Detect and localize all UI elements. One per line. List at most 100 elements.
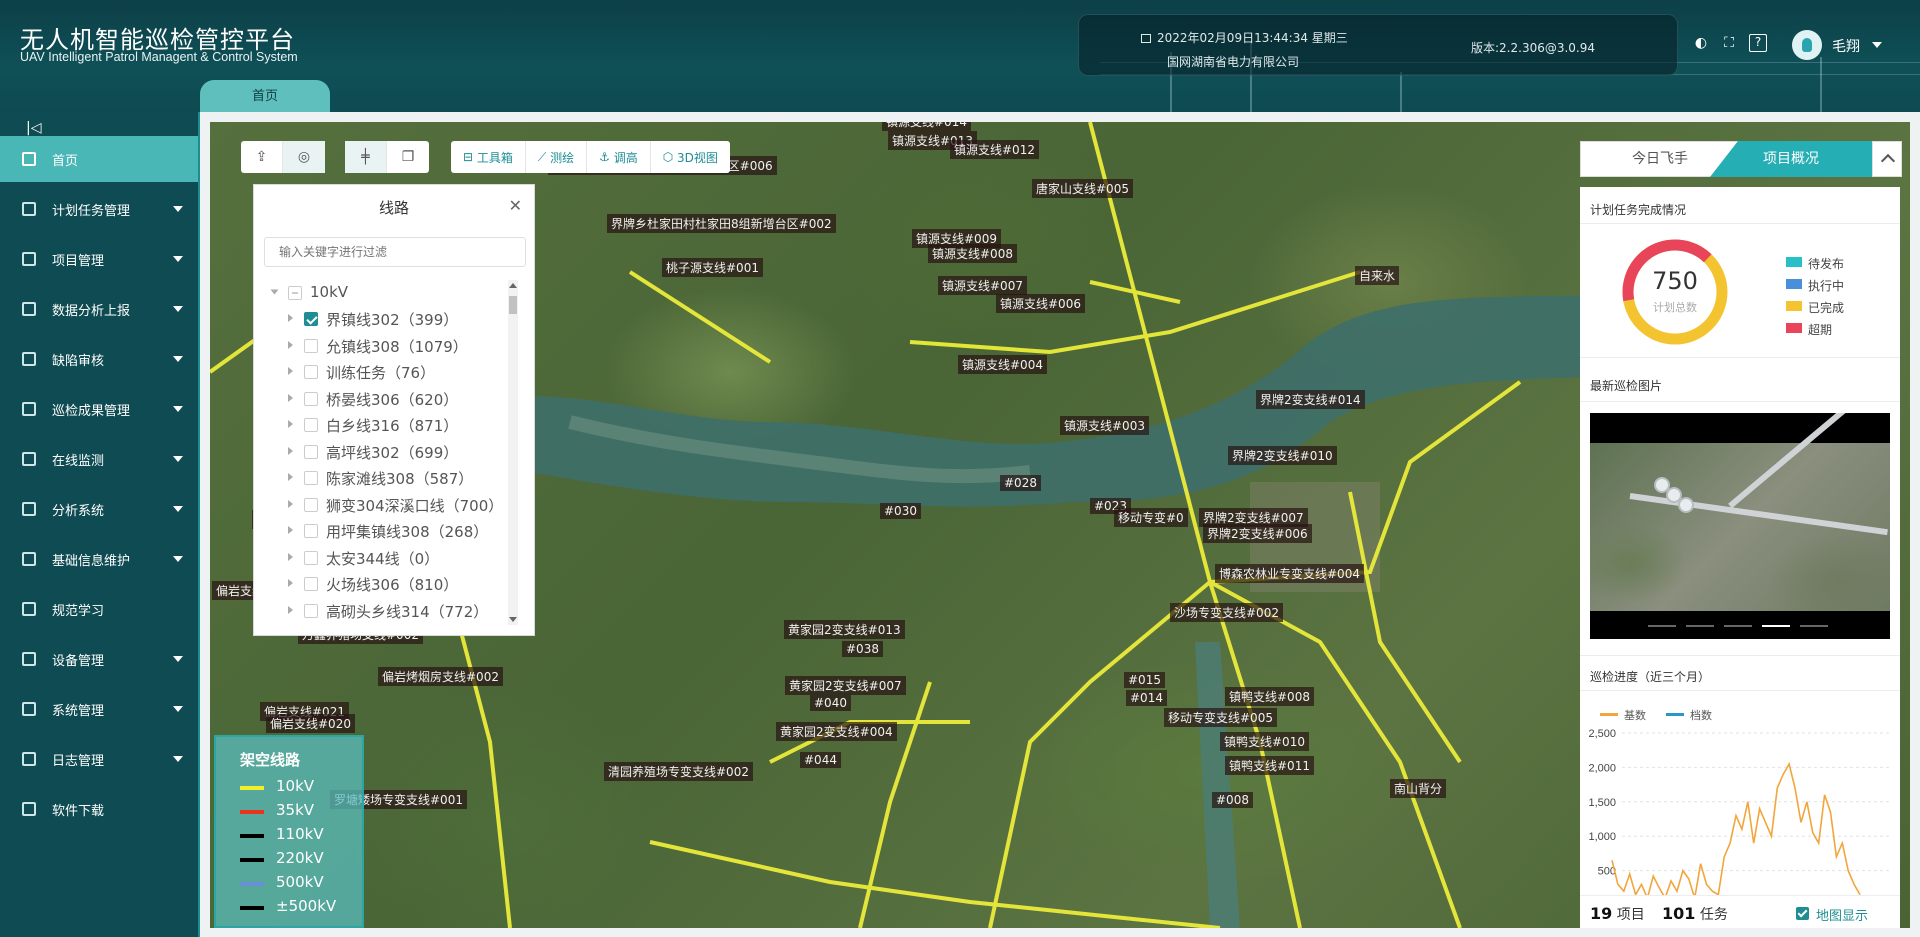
tree-item-checkbox[interactable] (304, 365, 318, 379)
scroll-down-icon[interactable] (509, 617, 517, 622)
globe-icon[interactable]: ◎ (283, 141, 325, 173)
map-line-label[interactable]: #038 (842, 641, 883, 657)
expand-arrow-icon[interactable] (288, 552, 293, 561)
tree-item-checkbox[interactable] (304, 550, 318, 565)
map-line-label[interactable]: 沙场专变支线#002 (1170, 603, 1283, 622)
legend-series-spans[interactable]: 档数 (1666, 707, 1712, 723)
map-line-label[interactable]: 偏岩支线#020 (266, 714, 355, 733)
help-icon[interactable]: ? (1749, 34, 1767, 52)
chevron-down-icon[interactable] (173, 306, 183, 312)
tree-item-checkbox[interactable] (304, 471, 318, 485)
chevron-down-icon[interactable] (173, 206, 183, 212)
tree-item-checkbox[interactable] (304, 524, 318, 538)
chevron-down-icon[interactable] (173, 456, 183, 462)
map-line-label[interactable]: #030 (880, 503, 921, 519)
map-line-label[interactable]: #014 (1126, 690, 1167, 706)
theme-icon[interactable]: ◐ (1692, 34, 1710, 52)
legend-series-base[interactable]: 基数 (1600, 707, 1646, 723)
map-line-label[interactable]: 唐家山支线#005 (1032, 179, 1133, 198)
map-line-label[interactable]: #040 (810, 695, 851, 711)
sidebar-item-3[interactable]: 数据分析上报 (0, 286, 198, 332)
measure-button[interactable]: ⟋ 测绘 (526, 141, 588, 173)
expand-arrow-icon[interactable] (288, 314, 293, 322)
map-line-label[interactable]: #028 (1000, 475, 1041, 491)
tree-item-checkbox[interactable] (304, 312, 318, 326)
map-line-label[interactable]: 镇鸭支线#010 (1220, 732, 1309, 751)
latest-photo-carousel[interactable] (1590, 413, 1890, 639)
avatar[interactable] (1792, 30, 1822, 60)
map-line-label[interactable]: 镇源支线#003 (1060, 416, 1149, 435)
3d-view-button[interactable]: ⬡ 3D视图 (651, 141, 730, 173)
sidebar-item-5[interactable]: 巡检成果管理 (0, 386, 198, 432)
tree-item-checkbox[interactable] (304, 418, 318, 432)
map-line-label[interactable]: 镇源支线#004 (958, 355, 1047, 374)
tree-item-checkbox[interactable] (304, 497, 318, 512)
expand-arrow-icon[interactable] (288, 420, 293, 428)
copy-icon[interactable]: ❐ (387, 141, 429, 173)
expand-arrow-icon[interactable] (288, 367, 293, 375)
close-icon[interactable]: ✕ (509, 196, 522, 215)
carousel-dot-active[interactable] (1762, 625, 1790, 627)
map-line-label[interactable]: 界牌2变支线#010 (1228, 446, 1337, 465)
scroll-up-icon[interactable] (509, 283, 517, 288)
sidebar-item-11[interactable]: 系统管理 (0, 686, 198, 732)
expand-arrow-icon[interactable] (288, 473, 293, 481)
carousel-dot[interactable] (1800, 625, 1828, 627)
carousel-dot[interactable] (1724, 625, 1752, 627)
map-line-label[interactable]: 镇源支线#012 (950, 140, 1039, 159)
toolbox-button[interactable]: ⊟ 工具箱 (451, 141, 526, 173)
map-display-checkbox[interactable] (1796, 907, 1809, 920)
map-line-label[interactable]: 镇源支线#007 (938, 276, 1027, 295)
map-line-label[interactable]: 桃子源支线#001 (662, 258, 763, 277)
map-line-label[interactable]: 黄家园2变支线#013 (784, 620, 905, 639)
line-filter-input[interactable] (264, 237, 526, 267)
expand-arrow-icon[interactable] (270, 289, 279, 295)
expand-arrow-icon[interactable] (288, 526, 293, 534)
sidebar-item-6[interactable]: 在线监测 (0, 436, 198, 482)
carousel-dot[interactable] (1648, 625, 1676, 627)
collapse-sidebar-icon[interactable]: |◁ (26, 120, 41, 136)
tree-item-checkbox[interactable] (304, 338, 318, 353)
map-line-label[interactable]: 镇源支线#008 (928, 244, 1017, 263)
chevron-down-icon[interactable] (173, 706, 183, 712)
carousel-dot[interactable] (1686, 625, 1714, 627)
map-line-label[interactable]: 黄家园2变支线#004 (776, 722, 897, 741)
sidebar-item-7[interactable]: 分析系统 (0, 486, 198, 532)
sidebar-item-0[interactable]: 首页 (0, 136, 198, 182)
chevron-down-icon[interactable] (173, 656, 183, 662)
expand-arrow-icon[interactable] (288, 393, 293, 402)
sidebar-item-12[interactable]: 日志管理 (0, 736, 198, 782)
sidebar-item-1[interactable]: 计划任务管理 (0, 186, 198, 232)
chevron-down-icon[interactable] (173, 406, 183, 412)
map-line-label[interactable]: 黄家园2变支线#007 (785, 676, 906, 695)
username[interactable]: 毛翔 (1832, 36, 1860, 56)
map-line-label[interactable]: 界牌2变支线#006 (1203, 524, 1312, 543)
map-line-label[interactable]: 界牌2变支线#014 (1256, 390, 1365, 409)
tower-icon[interactable]: ╪ (345, 141, 387, 173)
tab-home[interactable]: 首页 (200, 80, 330, 112)
map-line-label[interactable]: 清园养殖场专变支线#002 (604, 762, 753, 781)
map-line-label[interactable]: #015 (1124, 672, 1165, 688)
map-line-label[interactable]: 镇源支线#014 (882, 122, 971, 131)
scrollbar-thumb[interactable] (509, 296, 517, 314)
chevron-down-icon[interactable] (173, 556, 183, 562)
upload-icon[interactable]: ⇪ (241, 141, 283, 173)
line-tree-scrollbar[interactable] (508, 280, 518, 625)
sidebar-item-2[interactable]: 项目管理 (0, 236, 198, 282)
sidebar-item-8[interactable]: 基础信息维护 (0, 536, 198, 582)
tree-root-checkbox[interactable] (288, 286, 302, 300)
chevron-down-icon[interactable] (173, 756, 183, 762)
tab-project-overview[interactable]: 项目概况 (1710, 141, 1872, 177)
expand-arrow-icon[interactable] (288, 499, 293, 508)
map-line-label[interactable]: 移动专变支线#005 (1164, 708, 1277, 727)
map-line-label[interactable]: 镇源支线#006 (996, 294, 1085, 313)
map-line-label[interactable]: 南山背分 (1390, 779, 1447, 798)
tree-item-checkbox[interactable] (304, 603, 318, 618)
expand-arrow-icon[interactable] (288, 605, 293, 614)
map-line-label[interactable]: 镇鸭支线#011 (1225, 756, 1314, 775)
adjust-height-button[interactable]: ⚓ 调高 (587, 141, 651, 173)
chevron-up-icon[interactable] (1872, 141, 1902, 177)
chevron-down-icon[interactable] (1872, 42, 1882, 48)
map-line-label[interactable]: 自来水 (1355, 266, 1400, 285)
tree-item-checkbox[interactable] (304, 444, 318, 459)
